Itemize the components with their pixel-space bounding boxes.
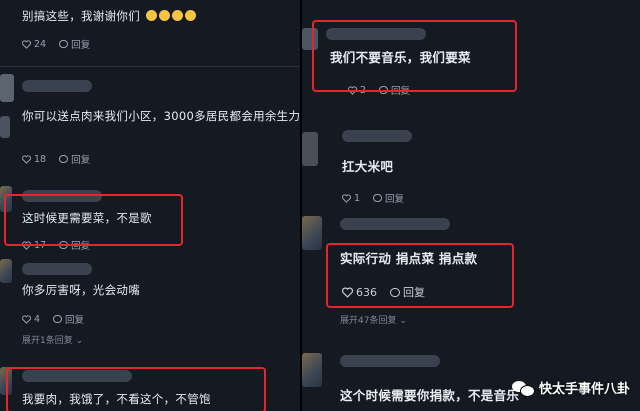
comment-item: 扛大米吧 1 回复 [302,120,640,210]
comment-text: 别搞这些，我谢谢你们 [22,8,196,24]
chevron-down-icon: ⌄ [75,336,84,346]
heart-icon[interactable] [22,154,31,164]
reply-icon[interactable] [373,194,383,202]
username-blurred [22,80,92,92]
left-screenshot-panel: 别搞这些，我谢谢你们 24 回复 你可以送点肉来我们小区，3000多居民都会用余… [0,0,300,411]
like-count: 1 [354,192,361,204]
right-screenshot-panel: 我们不要音乐，我们要菜 2 回复 扛大米吧 1 回复 实际行动 捐点菜 捐点款 … [302,0,640,411]
watermark-text: 快太手事件八卦 [538,382,630,397]
reply-button[interactable]: 回复 [385,191,404,205]
expand-replies-label: 展开1条回复 [22,336,73,346]
comment-actions: 18 回复 [22,152,90,166]
chevron-down-icon: ⌄ [399,316,407,326]
expand-replies-link[interactable]: 展开1条回复 ⌄ [22,333,83,346]
smile-emoji-icon [171,10,183,21]
reply-button[interactable]: 回复 [65,312,84,326]
comment-text: 你可以送点肉来我们小区，3000多居民都会用余生力挣你 [22,109,300,123]
like-count: 18 [34,153,47,165]
avatar[interactable] [302,216,322,250]
comment-item: 你多厉害呀，光会动嘴 4 回复 展开1条回复 ⌄ [0,255,300,346]
comment-actions: 24 回复 [22,37,90,51]
smile-emoji-icon [145,10,157,21]
wechat-logo-icon [511,380,535,397]
smile-emoji-icon [184,10,196,21]
highlight-box [326,243,514,308]
avatar[interactable] [302,132,318,166]
highlight-box [312,20,517,92]
heart-icon[interactable] [22,314,31,324]
reply-button[interactable]: 回复 [71,152,90,166]
like-count: 4 [34,313,41,325]
reply-icon[interactable] [53,315,63,323]
heart-icon[interactable] [342,193,351,203]
divider [0,66,300,67]
comment-text: 这个时候需要你捐款，不是音乐 [340,388,520,403]
comment-item: 你可以送点肉来我们小区，3000多居民都会用余生力挣你 18 回复 [0,70,300,170]
reply-icon[interactable] [59,40,69,48]
comment-actions: 1 回复 [342,191,404,205]
username-blurred [22,263,92,275]
avatar[interactable] [0,259,12,283]
avatar[interactable] [0,116,10,138]
reply-icon[interactable] [59,155,69,163]
comment-text: 扛大米吧 [342,159,394,174]
username-blurred [340,218,450,230]
avatar[interactable] [0,74,14,102]
smile-emoji-icon [158,10,170,21]
highlight-box [4,194,183,246]
comment-text-content: 别搞这些，我谢谢你们 [22,9,140,23]
expand-replies-link[interactable]: 展开47条回复 ⌄ [340,313,407,326]
highlight-box [6,367,266,411]
like-count: 24 [34,38,47,50]
watermark: 快太手事件八卦 [511,378,630,397]
username-blurred [342,130,412,142]
comment-text: 你多厉害呀，光会动嘴 [22,283,140,297]
expand-replies-label: 展开47条回复 [340,316,397,326]
comment-actions: 4 回复 [22,312,84,326]
username-blurred [340,355,440,367]
avatar[interactable] [302,353,322,387]
heart-icon[interactable] [22,39,31,49]
reply-button[interactable]: 回复 [71,37,90,51]
comment-item: 别搞这些，我谢谢你们 24 回复 [0,0,300,60]
